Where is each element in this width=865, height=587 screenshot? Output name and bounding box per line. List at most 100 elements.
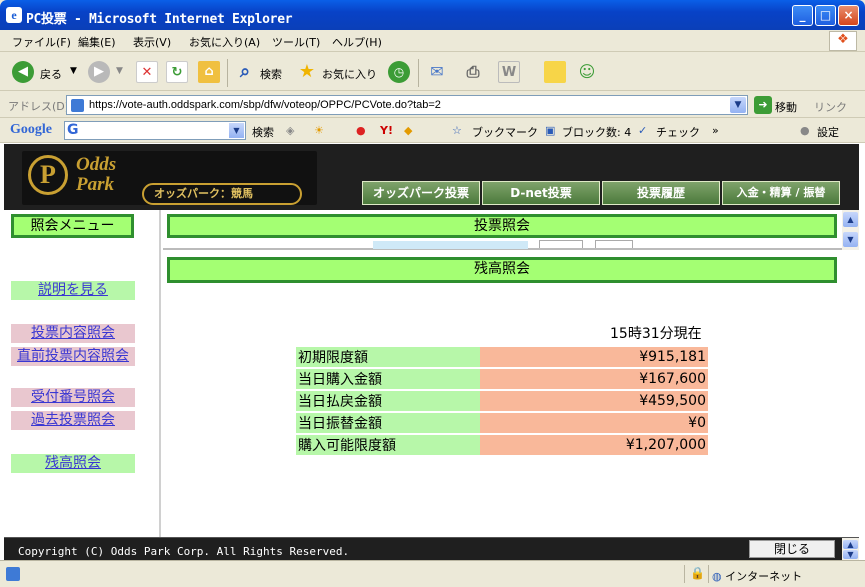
vote-inquiry-title: 投票照会 — [167, 214, 837, 238]
back-dropdown-icon[interactable]: ▼ — [70, 66, 77, 76]
sidebar-item-past-vote[interactable]: 過去投票照会 — [11, 411, 135, 430]
home-icon[interactable]: ⌂ — [198, 61, 220, 83]
google-tools-icon[interactable]: ◈ — [286, 124, 294, 137]
back-label[interactable]: 戻る — [40, 66, 62, 82]
nav-deposit-transfer[interactable]: 入金・精算 / 振替 — [722, 181, 840, 205]
address-url[interactable]: https://vote-auth.oddspark.com/sbp/dfw/v… — [89, 99, 441, 111]
print-icon[interactable]: ⎙ — [462, 61, 484, 83]
back-arrow-icon[interactable]: ◀ — [12, 61, 34, 83]
sidebar-item-receipt-number[interactable]: 受付番号照会 — [11, 388, 135, 407]
discuss-icon[interactable] — [544, 61, 566, 83]
row-value: ¥167,600 — [479, 369, 708, 389]
menu-edit[interactable]: 編集(E) — [78, 34, 116, 50]
scroll-down-icon[interactable]: ▼ — [843, 232, 858, 247]
nav-dnet-vote[interactable]: D-net投票 — [482, 181, 600, 205]
settings-menu[interactable]: 設定 — [817, 124, 839, 140]
row-label: 当日払戻金額 — [296, 391, 480, 411]
google-search-button[interactable]: 検索 — [252, 124, 274, 140]
balance-title: 残高照会 — [167, 257, 837, 283]
menu-view[interactable]: 表示(V) — [133, 34, 171, 50]
go-arrow-icon[interactable]: ➜ — [754, 96, 772, 114]
sidebar-help-link[interactable]: 説明を見る — [11, 281, 135, 300]
page-icon — [71, 99, 84, 112]
row-value: ¥0 — [479, 413, 708, 433]
forward-dropdown-icon[interactable]: ▼ — [116, 66, 123, 76]
address-label: アドレス(D) — [8, 100, 70, 113]
window-title: PC投票 - Microsoft Internet Explorer — [26, 12, 293, 27]
footer-scrollbar[interactable]: ▲ ▼ — [842, 538, 859, 561]
close-button[interactable]: 閉じる — [749, 540, 835, 558]
addon-icon[interactable]: ◆ — [404, 124, 412, 137]
spellcheck-button[interactable]: チェック — [656, 124, 700, 140]
r-icon[interactable]: ● — [356, 124, 366, 137]
frame-strip — [373, 241, 528, 249]
google-logo: Google — [10, 122, 52, 137]
search-label[interactable]: 検索 — [260, 66, 282, 82]
address-dropdown-icon[interactable]: ▼ — [730, 97, 746, 113]
google-g-icon: G — [67, 122, 79, 138]
scroll-up-icon[interactable]: ▲ — [843, 540, 858, 549]
sidebar-item-vote-content[interactable]: 投票内容照会 — [11, 324, 135, 343]
row-label: 当日購入金額 — [296, 369, 480, 389]
edit-word-icon[interactable]: W — [498, 61, 520, 83]
close-window-button[interactable]: × — [838, 5, 859, 26]
globe-icon: ◍ — [712, 570, 726, 583]
nav-oddspark-vote[interactable]: オッズパーク投票 — [362, 181, 480, 205]
favorites-star-icon[interactable]: ★ — [296, 61, 318, 83]
maximize-button[interactable]: □ — [815, 5, 836, 26]
scroll-down-icon[interactable]: ▼ — [843, 550, 858, 559]
site-footer: Copyright (C) Odds Park Corp. All Rights… — [4, 537, 859, 561]
pagerank-icon[interactable]: ☀ — [314, 124, 324, 137]
links-label[interactable]: リンク — [814, 99, 847, 115]
lock-icon: 🔒 — [690, 566, 705, 580]
table-row: 当日振替金額 ¥0 — [296, 413, 708, 433]
menu-file[interactable]: ファイル(F) — [12, 34, 71, 50]
frame-tab[interactable] — [539, 240, 583, 248]
refresh-icon[interactable]: ↻ — [166, 61, 188, 83]
frame-scrollbar[interactable]: ▲ ▼ — [842, 210, 859, 250]
balance-table: 初期限度額 ¥915,181 当日購入金額 ¥167,600 当日払戻金額 ¥459,… — [296, 345, 708, 457]
history-icon[interactable]: ◷ — [388, 61, 410, 83]
standard-toolbar: ◀ 戻る ▼ ▶ ▼ ✕ ↻ ⌂ ⌕ 検索 ★ お気に入り ◷ ✉ ⎙ W ☺ — [0, 53, 865, 91]
table-row: 初期限度額 ¥915,181 — [296, 347, 708, 367]
yahoo-icon[interactable]: Y! — [380, 124, 393, 137]
table-row: 当日購入金額 ¥167,600 — [296, 369, 708, 389]
google-search-input[interactable]: G ▼ — [64, 121, 246, 140]
menu-favorites[interactable]: お気に入り(A) — [189, 34, 260, 50]
address-bar: アドレス(D) https://vote-auth.oddspark.com/s… — [0, 92, 865, 118]
go-button[interactable]: 移動 — [775, 99, 797, 115]
copyright-text: Copyright (C) Odds Park Corp. All Rights… — [18, 545, 350, 558]
search-icon[interactable]: ⌕ — [234, 61, 256, 83]
oddspark-logo[interactable]: P Odds Park オッズパーク：競馬 — [22, 151, 317, 205]
menu-help[interactable]: ヘルプ(H) — [332, 34, 382, 50]
mail-icon[interactable]: ✉ — [426, 61, 448, 83]
frame-tab[interactable] — [595, 240, 633, 248]
logo-brand: Odds Park — [76, 154, 117, 195]
nav-vote-history[interactable]: 投票履歴 — [602, 181, 720, 205]
menu-bar: ファイル(F) 編集(E) 表示(V) お気に入り(A) ツール(T) ヘルプ(… — [0, 30, 865, 52]
address-input[interactable]: https://vote-auth.oddspark.com/sbp/dfw/v… — [66, 95, 748, 115]
bookmark-star-icon[interactable]: ☆ — [452, 124, 462, 137]
table-row: 当日払戻金額 ¥459,500 — [296, 391, 708, 411]
row-label: 初期限度額 — [296, 347, 480, 367]
more-chevron-icon[interactable]: » — [712, 124, 719, 137]
sidebar-item-balance[interactable]: 残高照会 — [11, 454, 135, 473]
menu-tools[interactable]: ツール(T) — [272, 34, 320, 50]
toolbar-separator — [418, 59, 419, 87]
row-value: ¥1,207,000 — [479, 435, 708, 455]
favorites-label[interactable]: お気に入り — [322, 66, 377, 82]
messenger-icon[interactable]: ☺ — [576, 61, 598, 83]
sidebar-item-recent-vote[interactable]: 直前投票内容照会 — [11, 347, 135, 366]
page-content: P Odds Park オッズパーク：競馬 オッズパーク投票 D-net投票 投… — [0, 143, 865, 561]
forward-arrow-icon[interactable]: ▶ — [88, 61, 110, 83]
page-status-icon — [6, 567, 20, 581]
popup-block-count[interactable]: ブロック数: 4 — [562, 124, 631, 140]
minimize-button[interactable]: _ — [792, 5, 813, 26]
stop-icon[interactable]: ✕ — [136, 61, 158, 83]
windows-logo-icon: ❖ — [829, 31, 857, 51]
scroll-up-icon[interactable]: ▲ — [843, 212, 858, 227]
bookmarks-menu[interactable]: ブックマーク — [472, 124, 538, 140]
balance-timestamp: 15時31分現在 — [610, 326, 702, 342]
ie-icon: e — [6, 7, 22, 23]
google-dropdown-icon[interactable]: ▼ — [229, 123, 244, 138]
